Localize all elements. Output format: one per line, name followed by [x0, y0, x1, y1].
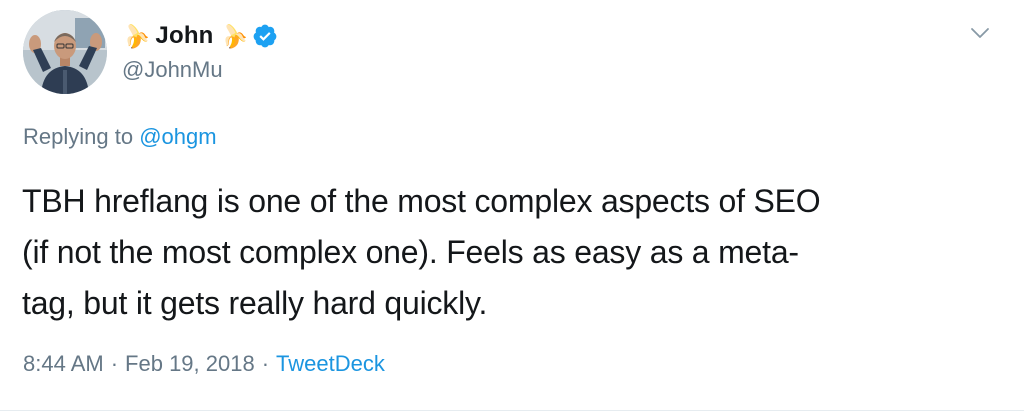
meta-separator: · [261, 351, 270, 376]
banana-emoji: 🍌 [215, 19, 251, 52]
chevron-down-icon[interactable] [969, 22, 991, 44]
divider [0, 410, 1024, 411]
tweet-text: TBH hreflang is one of the most complex … [22, 176, 997, 329]
tweet-date[interactable]: Feb 19, 2018 [125, 351, 255, 376]
avatar[interactable] [23, 10, 107, 94]
banana-emoji: 🍌 [118, 19, 153, 52]
tweet-card: 🍌 John 🍌 @JohnMu Replying to @ohgm TBH h… [0, 0, 1024, 414]
author-name-row[interactable]: 🍌 John 🍌 [118, 19, 278, 53]
tweet-source-link[interactable]: TweetDeck [276, 351, 385, 376]
replying-to-label: Replying to [23, 124, 134, 149]
tweet-time[interactable]: 8:44 AM [23, 351, 104, 376]
tweet-text-line: tag, but it gets really hard quickly. [22, 285, 488, 321]
tweet-text-line: (if not the most complex one). Feels as … [22, 234, 799, 270]
tweet-text-line: TBH hreflang is one of the most complex … [22, 183, 821, 219]
replying-to: Replying to @ohgm [23, 124, 217, 150]
author-handle[interactable]: @JohnMu [122, 57, 223, 83]
tweet-metadata: 8:44 AM · Feb 19, 2018 · TweetDeck [23, 351, 385, 377]
meta-separator: · [110, 351, 119, 376]
user-avatar-photo [23, 10, 107, 94]
author-display-name[interactable]: John [155, 22, 213, 50]
verified-badge-icon [253, 24, 277, 48]
reply-mention-link[interactable]: @ohgm [139, 124, 216, 149]
